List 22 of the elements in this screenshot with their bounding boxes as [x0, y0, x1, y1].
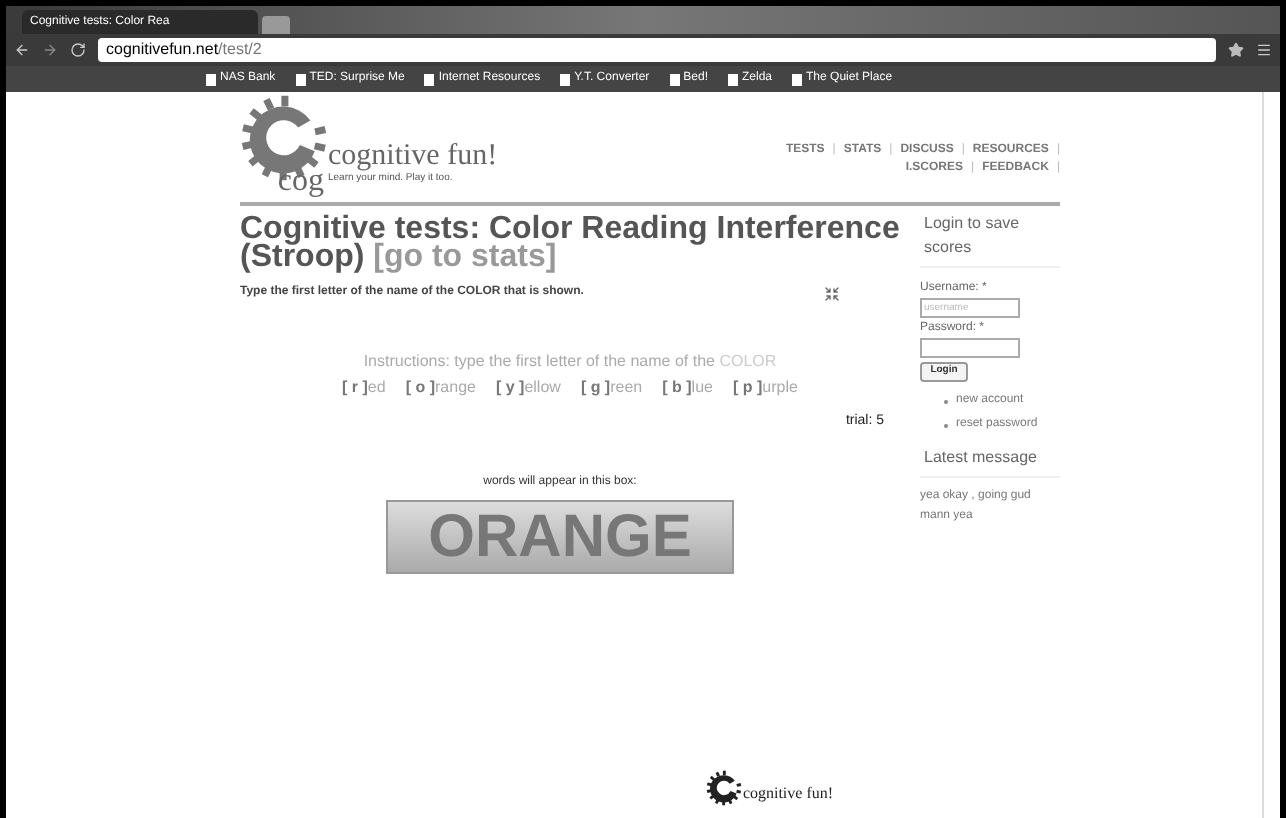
star-icon[interactable]	[1228, 42, 1244, 58]
menu-icon[interactable]	[1256, 42, 1272, 58]
address-bar[interactable]: cognitivefun.net/test/2	[98, 38, 1216, 62]
word-display: ORANGE	[386, 499, 734, 573]
login-heading: Login to save scores	[920, 212, 1060, 268]
footer-logo: cognitive fun!	[706, 770, 834, 806]
color-option: [ r ]ed	[342, 376, 386, 400]
color-option: [ b ]lue	[662, 376, 713, 400]
forward-icon[interactable]	[42, 42, 58, 58]
color-option: [ o ]range	[405, 376, 476, 400]
reload-icon[interactable]	[70, 42, 86, 58]
back-icon[interactable]	[14, 42, 30, 58]
fullscreen-icon[interactable]	[824, 285, 840, 301]
logo-text: cog	[277, 166, 324, 198]
page-title: Cognitive tests: Color Reading Interference (Stroop) [go to stats]	[240, 216, 900, 272]
latest-message-heading: Latest message	[920, 446, 1060, 478]
password-field[interactable]	[920, 338, 1020, 358]
gear-icon	[706, 770, 743, 806]
color-option: [ g ]reen	[580, 376, 643, 400]
site-name: cognitive fun!	[328, 141, 498, 171]
color-option: [ p ]urple	[732, 376, 798, 400]
color-option: [ y ]ellow	[495, 376, 561, 400]
